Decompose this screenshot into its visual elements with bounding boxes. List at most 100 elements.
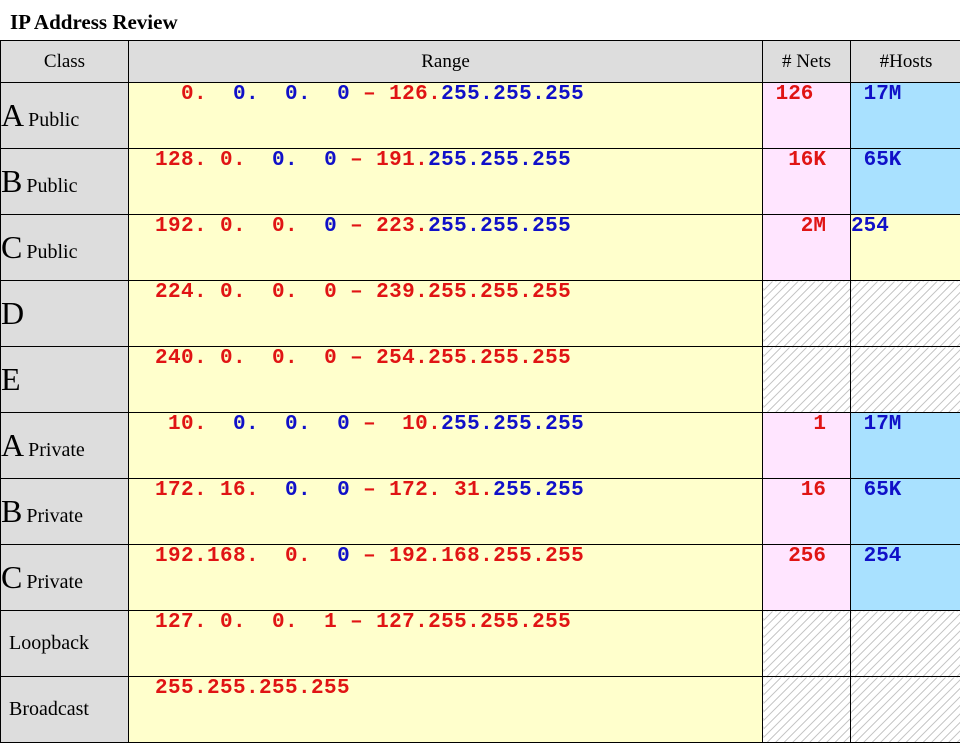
range-end-net: 126. [376,83,441,106]
range-octet-4: 0 [324,545,363,568]
range-octet-4: 0 [324,479,363,502]
range-cell: 224. 0. 0. 0 – 239.255.255.255 [129,281,763,347]
class-label: Loopback [9,632,89,654]
ip-address-table: Class Range # Nets #Hosts A Public 0. 0.… [0,40,960,743]
page-title: IP Address Review [10,6,178,38]
nets-cell: 16K [763,149,851,215]
range-octet-1: 192.168. [155,545,272,568]
range-end-net: 192.168. [376,545,493,568]
header-range: Range [129,41,763,83]
nets-cell-empty [763,677,851,743]
class-letter: A [1,427,24,463]
range-octet-3: 0. [259,347,311,370]
class-cell: D [1,281,129,347]
hosts-cell-empty [851,677,960,743]
range-dash: – [363,545,376,568]
range-dash: – [350,611,363,634]
class-letter: B [1,163,22,199]
range-end-host: 255.255.255 [441,83,584,106]
range-octet-3: 0. [272,545,324,568]
range-end-net: 10. [376,413,441,436]
table-row: C Public 192. 0. 0. 0 – 223.255.255.255 … [1,215,960,281]
range-octet-2: 0. [220,215,259,238]
class-letter: E [1,361,21,397]
table-row: B Public 128. 0. 0. 0 – 191.255.255.255 … [1,149,960,215]
class-cell: B Private [1,479,129,545]
class-subtype: Private [26,505,83,527]
class-label: Broadcast [9,698,89,720]
range-dash: – [350,215,363,238]
class-cell: E [1,347,129,413]
hosts-cell: 254 [851,545,960,611]
range-dash: – [350,149,363,172]
range-octet-1: 172. 16. [155,479,272,502]
range-end: 254.255.255.255 [363,347,571,370]
range-octet-4: 0 [311,347,350,370]
range-octet-4: 0 [311,281,350,304]
range-octet-1: 10. [155,413,220,436]
range-end-net: 191. [363,149,428,172]
range-octet-3: 0. [259,611,311,634]
range-octet-1: 192. [155,215,220,238]
range-cell: 10. 0. 0. 0 – 10.255.255.255 [129,413,763,479]
nets-cell: 126 [763,83,851,149]
range-octet-4: 0 [311,149,350,172]
nets-cell: 16 [763,479,851,545]
class-cell: Loopback [1,611,129,677]
header-row: Class Range # Nets #Hosts [1,41,960,83]
range-cell: 240. 0. 0. 0 – 254.255.255.255 [129,347,763,413]
class-cell: A Private [1,413,129,479]
class-letter: C [1,229,22,265]
class-cell: B Public [1,149,129,215]
nets-cell: 2M [763,215,851,281]
range-octet-2: 0. [220,347,259,370]
range-octet-4: 0 [324,83,363,106]
table-row: E 240. 0. 0. 0 – 254.255.255.255 [1,347,960,413]
range-octet-4: 1 [311,611,350,634]
table-row: B Private 172. 16. 0. 0 – 172. 31.255.25… [1,479,960,545]
nets-cell-empty [763,281,851,347]
table-row: A Public 0. 0. 0. 0 – 126.255.255.255 12… [1,83,960,149]
hosts-cell: 17M [851,83,960,149]
range-dash: – [363,413,376,436]
range-octet-1: 0. [168,83,220,106]
hosts-cell: 17M [851,413,960,479]
class-subtype: Public [28,109,79,131]
range-cell: 192.168. 0. 0 – 192.168.255.255 [129,545,763,611]
header-nets: # Nets [763,41,851,83]
table-row: C Private 192.168. 0. 0 – 192.168.255.25… [1,545,960,611]
table-row: Broadcast 255.255.255.255 [1,677,960,743]
hosts-cell: 65K [851,479,960,545]
hosts-cell-empty [851,611,960,677]
range-cell: 192. 0. 0. 0 – 223.255.255.255 [129,215,763,281]
range-octet-3: 0. [259,215,311,238]
range-octet-2: 0. [220,611,259,634]
range-octet-4: 0 [311,215,350,238]
range-octet-1: 224. [155,281,220,304]
class-letter: B [1,493,22,529]
range-octet-1: 127. [155,611,220,634]
class-subtype: Private [28,439,85,461]
class-letter: A [1,97,24,133]
range-cell: 255.255.255.255 [129,677,763,743]
class-cell: Broadcast [1,677,129,743]
hosts-cell-empty [851,281,960,347]
table-row: Loopback 127. 0. 0. 1 – 127.255.255.255 [1,611,960,677]
range-octet-1: 240. [155,347,220,370]
range-octet-3: 0. [272,479,324,502]
range-address: 255.255.255.255 [155,677,350,700]
range-octet-4: 0 [324,413,363,436]
class-letter: C [1,559,22,595]
class-subtype: Public [26,241,77,263]
hosts-cell: 65K [851,149,960,215]
class-subtype: Public [26,175,77,197]
range-octet-2: 0. [220,413,272,436]
class-letter: D [1,295,24,331]
range-dash: – [350,281,363,304]
hosts-cell: 254 [851,215,960,281]
table-row: A Private 10. 0. 0. 0 – 10.255.255.255 1… [1,413,960,479]
class-cell: C Public [1,215,129,281]
range-cell: 127. 0. 0. 1 – 127.255.255.255 [129,611,763,677]
range-octet-2: 0. [220,149,259,172]
range-octet-3: 0. [272,413,324,436]
